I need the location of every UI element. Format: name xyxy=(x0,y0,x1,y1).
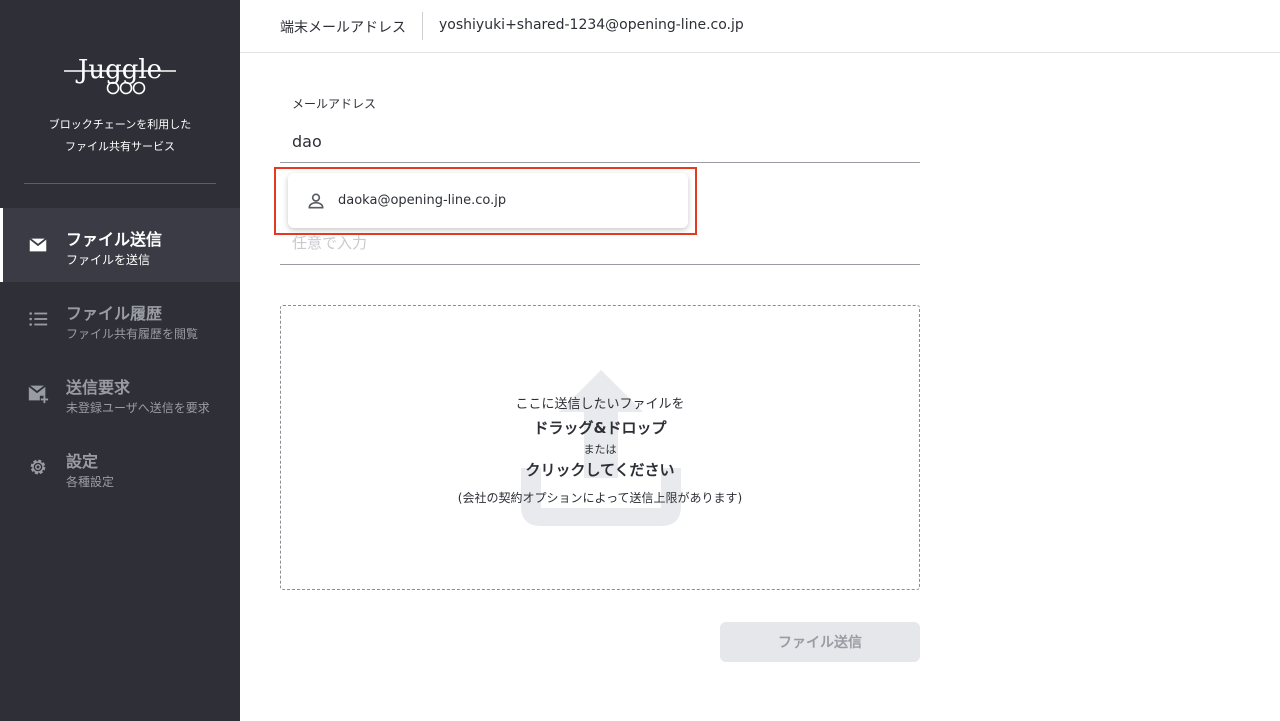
sidebar-item-title: ファイル送信 xyxy=(66,230,163,249)
sidebar-item-settings[interactable]: 設定 各種設定 xyxy=(0,430,240,504)
juggle-logo[interactable]: Juggle xyxy=(60,52,180,100)
sidebar-item-title: 設定 xyxy=(66,452,99,471)
header: 端末メールアドレス yoshiyuki+shared-1234@opening-… xyxy=(240,0,1280,53)
dropzone-text-4: クリックしてください xyxy=(525,461,675,479)
sidebar-item-subtitle: 未登録ユーザへ送信を要求 xyxy=(66,401,210,415)
device-email-label: 端末メールアドレス xyxy=(280,20,406,36)
device-email-value: yoshiyuki+shared-1234@opening-line.co.jp xyxy=(439,17,744,33)
gear-icon xyxy=(30,459,46,475)
optional-field[interactable] xyxy=(280,222,920,265)
dropzone-text-2: ドラッグ&ドロップ xyxy=(533,419,667,437)
sidebar-divider xyxy=(24,183,216,184)
file-dropzone[interactable]: ここに送信したいファイルを ドラッグ&ドロップ または クリックしてください (… xyxy=(280,305,920,590)
suggestion-email: daoka@opening-line.co.jp xyxy=(338,193,507,208)
header-separator xyxy=(422,12,423,40)
tagline: ブロックチェーンを利用した ファイル共有サービス xyxy=(0,114,240,158)
email-field[interactable] xyxy=(280,120,920,163)
sidebar-item-title: 送信要求 xyxy=(66,378,131,397)
sidebar-item-title: ファイル履歴 xyxy=(66,304,163,323)
sidebar-item-send-request[interactable]: 送信要求 未登録ユーザへ送信を要求 xyxy=(0,356,240,430)
sidebar-item-subtitle: ファイル共有履歴を閲覧 xyxy=(66,327,199,341)
dropzone-text-3: または xyxy=(583,443,617,456)
sidebar-item-subtitle: ファイルを送信 xyxy=(66,253,151,267)
list-icon xyxy=(29,312,48,326)
mail-plus-icon xyxy=(28,384,49,404)
tagline-line-2: ファイル共有サービス xyxy=(65,140,175,153)
sidebar-item-file-send[interactable]: ファイル送信 ファイルを送信 xyxy=(0,208,240,282)
sidebar-item-subtitle: 各種設定 xyxy=(66,475,115,489)
dropzone-text-5: (会社の契約オプションによって送信上限があります) xyxy=(457,491,743,505)
sidebar: Juggle ブロックチェーンを利用した ファイル共有サービス ファイル送信 フ… xyxy=(0,0,240,721)
email-field-label: メールアドレス xyxy=(292,97,377,111)
file-send-button[interactable]: ファイル送信 xyxy=(720,622,920,662)
tagline-line-1: ブロックチェーンを利用した xyxy=(48,118,192,131)
sidebar-item-file-history[interactable]: ファイル履歴 ファイル共有履歴を閲覧 xyxy=(0,282,240,356)
email-suggestion-item[interactable]: daoka@opening-line.co.jp xyxy=(288,173,688,228)
dropzone-text-1: ここに送信したいファイルを xyxy=(515,397,685,412)
person-icon xyxy=(308,193,324,209)
svg-text:Juggle: Juggle xyxy=(75,55,162,85)
mail-icon xyxy=(29,237,47,252)
